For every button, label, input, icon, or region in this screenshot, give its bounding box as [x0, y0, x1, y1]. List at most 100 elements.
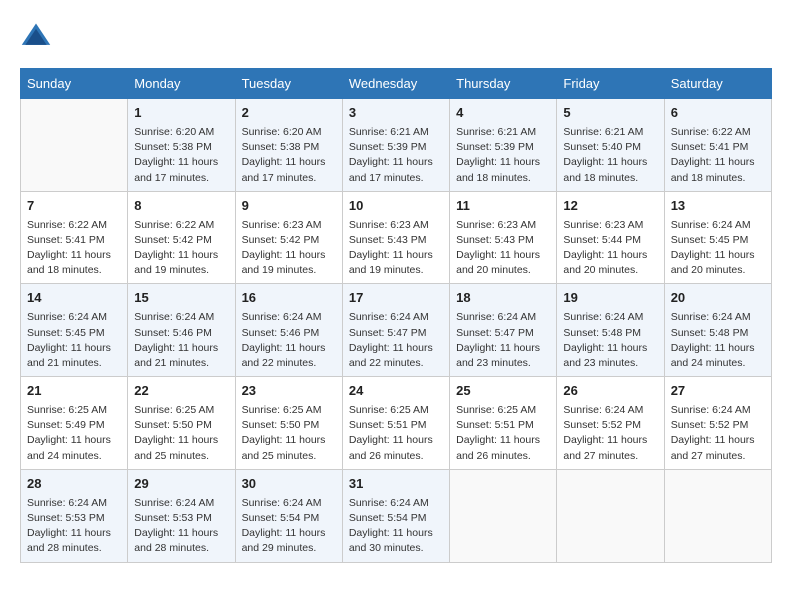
daylight-text: Daylight: 11 hours and 17 minutes.: [134, 156, 218, 183]
calendar-cell: 23 Sunrise: 6:25 AM Sunset: 5:50 PM Dayl…: [235, 377, 342, 470]
sunrise-text: Sunrise: 6:24 AM: [349, 497, 429, 509]
daylight-text: Daylight: 11 hours and 18 minutes.: [27, 249, 111, 276]
daylight-text: Daylight: 11 hours and 28 minutes.: [134, 527, 218, 554]
calendar-cell: 20 Sunrise: 6:24 AM Sunset: 5:48 PM Dayl…: [664, 284, 771, 377]
sunrise-text: Sunrise: 6:24 AM: [671, 404, 751, 416]
sunset-text: Sunset: 5:45 PM: [671, 234, 749, 246]
daylight-text: Daylight: 11 hours and 24 minutes.: [671, 342, 755, 369]
calendar-cell: 26 Sunrise: 6:24 AM Sunset: 5:52 PM Dayl…: [557, 377, 664, 470]
daylight-text: Daylight: 11 hours and 18 minutes.: [563, 156, 647, 183]
day-number: 28: [27, 475, 121, 494]
day-number: 19: [563, 289, 657, 308]
daylight-text: Daylight: 11 hours and 20 minutes.: [671, 249, 755, 276]
sunset-text: Sunset: 5:46 PM: [242, 327, 320, 339]
sunrise-text: Sunrise: 6:20 AM: [134, 126, 214, 138]
sunrise-text: Sunrise: 6:24 AM: [563, 404, 643, 416]
daylight-text: Daylight: 11 hours and 30 minutes.: [349, 527, 433, 554]
calendar-cell: 2 Sunrise: 6:20 AM Sunset: 5:38 PM Dayli…: [235, 99, 342, 192]
sunset-text: Sunset: 5:40 PM: [563, 141, 641, 153]
logo-icon: [20, 20, 52, 52]
day-number: 8: [134, 197, 228, 216]
calendar-cell: [664, 469, 771, 562]
daylight-text: Daylight: 11 hours and 20 minutes.: [563, 249, 647, 276]
sunrise-text: Sunrise: 6:24 AM: [242, 311, 322, 323]
calendar-cell: 27 Sunrise: 6:24 AM Sunset: 5:52 PM Dayl…: [664, 377, 771, 470]
sunset-text: Sunset: 5:39 PM: [456, 141, 534, 153]
daylight-text: Daylight: 11 hours and 23 minutes.: [456, 342, 540, 369]
sunset-text: Sunset: 5:48 PM: [563, 327, 641, 339]
daylight-text: Daylight: 11 hours and 19 minutes.: [349, 249, 433, 276]
day-number: 21: [27, 382, 121, 401]
day-number: 20: [671, 289, 765, 308]
calendar-cell: 7 Sunrise: 6:22 AM Sunset: 5:41 PM Dayli…: [21, 191, 128, 284]
sunrise-text: Sunrise: 6:21 AM: [456, 126, 536, 138]
sunrise-text: Sunrise: 6:24 AM: [134, 311, 214, 323]
weekday-header: Tuesday: [235, 69, 342, 99]
day-number: 1: [134, 104, 228, 123]
sunrise-text: Sunrise: 6:21 AM: [563, 126, 643, 138]
daylight-text: Daylight: 11 hours and 25 minutes.: [242, 434, 326, 461]
calendar-week-row: 28 Sunrise: 6:24 AM Sunset: 5:53 PM Dayl…: [21, 469, 772, 562]
calendar-cell: 10 Sunrise: 6:23 AM Sunset: 5:43 PM Dayl…: [342, 191, 449, 284]
day-number: 24: [349, 382, 443, 401]
daylight-text: Daylight: 11 hours and 26 minutes.: [349, 434, 433, 461]
sunrise-text: Sunrise: 6:25 AM: [27, 404, 107, 416]
day-number: 18: [456, 289, 550, 308]
sunset-text: Sunset: 5:51 PM: [456, 419, 534, 431]
calendar-cell: 18 Sunrise: 6:24 AM Sunset: 5:47 PM Dayl…: [450, 284, 557, 377]
calendar-cell: 6 Sunrise: 6:22 AM Sunset: 5:41 PM Dayli…: [664, 99, 771, 192]
day-number: 30: [242, 475, 336, 494]
day-number: 31: [349, 475, 443, 494]
sunset-text: Sunset: 5:47 PM: [456, 327, 534, 339]
day-number: 15: [134, 289, 228, 308]
sunrise-text: Sunrise: 6:23 AM: [456, 219, 536, 231]
daylight-text: Daylight: 11 hours and 17 minutes.: [242, 156, 326, 183]
sunrise-text: Sunrise: 6:25 AM: [349, 404, 429, 416]
sunset-text: Sunset: 5:49 PM: [27, 419, 105, 431]
calendar-week-row: 1 Sunrise: 6:20 AM Sunset: 5:38 PM Dayli…: [21, 99, 772, 192]
sunrise-text: Sunrise: 6:24 AM: [456, 311, 536, 323]
sunset-text: Sunset: 5:47 PM: [349, 327, 427, 339]
daylight-text: Daylight: 11 hours and 24 minutes.: [27, 434, 111, 461]
sunset-text: Sunset: 5:45 PM: [27, 327, 105, 339]
daylight-text: Daylight: 11 hours and 27 minutes.: [671, 434, 755, 461]
calendar-cell: 5 Sunrise: 6:21 AM Sunset: 5:40 PM Dayli…: [557, 99, 664, 192]
sunset-text: Sunset: 5:52 PM: [671, 419, 749, 431]
day-number: 9: [242, 197, 336, 216]
day-number: 11: [456, 197, 550, 216]
sunset-text: Sunset: 5:54 PM: [242, 512, 320, 524]
daylight-text: Daylight: 11 hours and 25 minutes.: [134, 434, 218, 461]
sunset-text: Sunset: 5:52 PM: [563, 419, 641, 431]
sunrise-text: Sunrise: 6:25 AM: [134, 404, 214, 416]
daylight-text: Daylight: 11 hours and 22 minutes.: [349, 342, 433, 369]
sunrise-text: Sunrise: 6:25 AM: [456, 404, 536, 416]
sunrise-text: Sunrise: 6:24 AM: [27, 497, 107, 509]
calendar-cell: 15 Sunrise: 6:24 AM Sunset: 5:46 PM Dayl…: [128, 284, 235, 377]
sunset-text: Sunset: 5:41 PM: [27, 234, 105, 246]
sunrise-text: Sunrise: 6:24 AM: [349, 311, 429, 323]
day-number: 23: [242, 382, 336, 401]
calendar-cell: 11 Sunrise: 6:23 AM Sunset: 5:43 PM Dayl…: [450, 191, 557, 284]
sunrise-text: Sunrise: 6:24 AM: [671, 311, 751, 323]
calendar-cell: 14 Sunrise: 6:24 AM Sunset: 5:45 PM Dayl…: [21, 284, 128, 377]
calendar-week-row: 21 Sunrise: 6:25 AM Sunset: 5:49 PM Dayl…: [21, 377, 772, 470]
sunset-text: Sunset: 5:43 PM: [456, 234, 534, 246]
sunset-text: Sunset: 5:38 PM: [134, 141, 212, 153]
day-number: 26: [563, 382, 657, 401]
calendar-cell: 4 Sunrise: 6:21 AM Sunset: 5:39 PM Dayli…: [450, 99, 557, 192]
sunrise-text: Sunrise: 6:24 AM: [242, 497, 322, 509]
calendar-cell: 29 Sunrise: 6:24 AM Sunset: 5:53 PM Dayl…: [128, 469, 235, 562]
day-number: 6: [671, 104, 765, 123]
sunset-text: Sunset: 5:42 PM: [242, 234, 320, 246]
calendar-cell: 9 Sunrise: 6:23 AM Sunset: 5:42 PM Dayli…: [235, 191, 342, 284]
daylight-text: Daylight: 11 hours and 19 minutes.: [242, 249, 326, 276]
daylight-text: Daylight: 11 hours and 20 minutes.: [456, 249, 540, 276]
weekday-header: Monday: [128, 69, 235, 99]
sunrise-text: Sunrise: 6:24 AM: [27, 311, 107, 323]
day-number: 29: [134, 475, 228, 494]
daylight-text: Daylight: 11 hours and 29 minutes.: [242, 527, 326, 554]
day-number: 17: [349, 289, 443, 308]
daylight-text: Daylight: 11 hours and 17 minutes.: [349, 156, 433, 183]
day-number: 2: [242, 104, 336, 123]
daylight-text: Daylight: 11 hours and 21 minutes.: [27, 342, 111, 369]
